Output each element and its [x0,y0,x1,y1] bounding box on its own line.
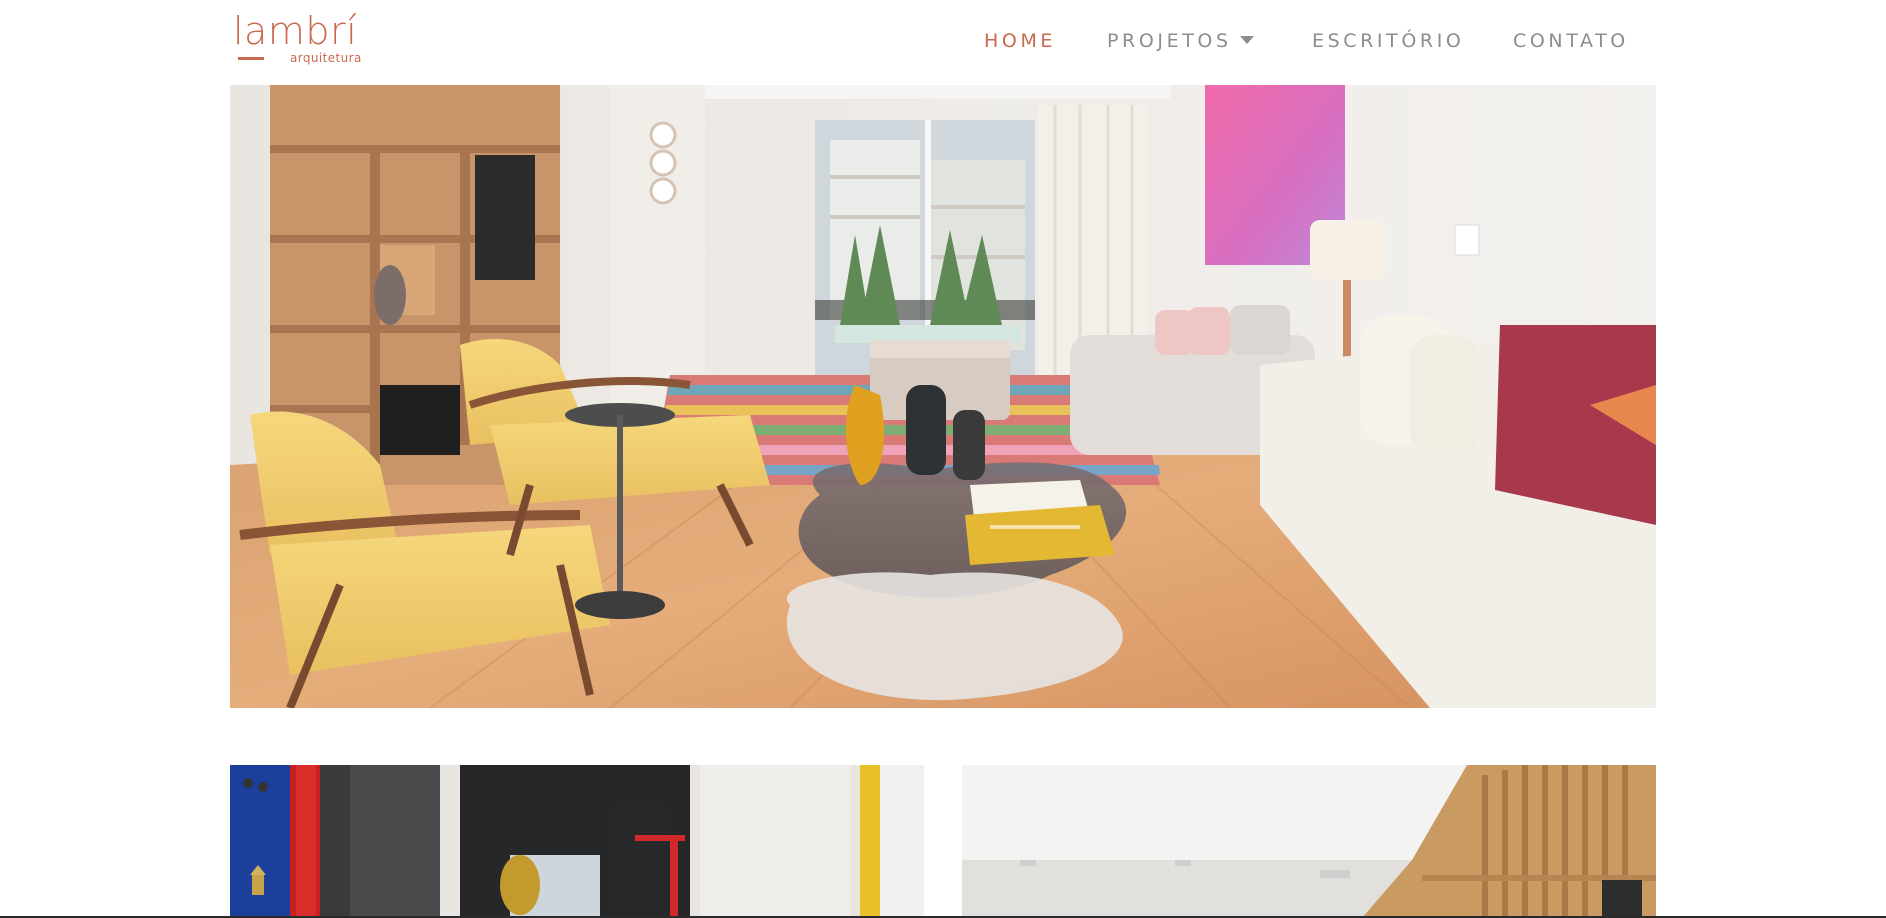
nav-home[interactable]: HOME [984,28,1056,54]
nav-contato[interactable]: CONTATO [1513,28,1629,54]
hero-image-link[interactable] [230,85,1656,708]
logo-dash [238,57,264,60]
nav-escritorio[interactable]: ESCRITÓRIO [1312,28,1464,54]
living-room-photo [230,85,1656,708]
page: lambrí arquitetura HOME PROJETOS ESCRITÓ… [0,0,1886,918]
nav-projetos[interactable]: PROJETOS [1107,28,1254,54]
project-card-1[interactable] [230,765,924,918]
main-nav: HOME PROJETOS ESCRITÓRIO CONTATO [0,28,1886,54]
caret-down-icon [1239,35,1254,44]
project-card-2[interactable] [962,765,1656,918]
colorful-interior-photo [230,765,924,918]
wood-slat-interior-photo [962,765,1656,918]
nav-projetos-label: PROJETOS [1107,30,1232,52]
site-header: lambrí arquitetura HOME PROJETOS ESCRITÓ… [0,0,1886,85]
